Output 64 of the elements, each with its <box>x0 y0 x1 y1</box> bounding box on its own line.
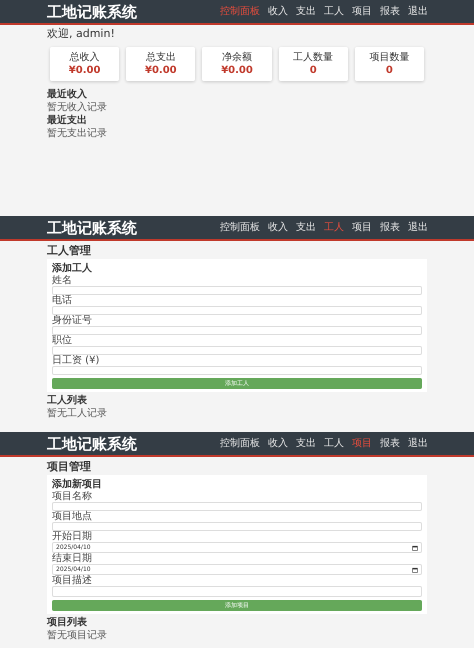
nav-link[interactable]: 支出 <box>296 438 316 450</box>
stat-value: ¥0.00 <box>68 65 100 76</box>
nav-link[interactable]: 收入 <box>268 222 288 234</box>
stat-label: 净余额 <box>222 52 252 63</box>
nav-link[interactable]: 项目 <box>352 222 372 234</box>
nav-link[interactable]: 报表 <box>380 6 400 18</box>
stat-value: 0 <box>310 65 317 76</box>
section-title: 项目列表 <box>47 617 88 629</box>
stat-label: 工人数量 <box>293 52 334 63</box>
field-label: 项目地点 <box>52 512 93 522</box>
input-field[interactable] <box>52 326 422 335</box>
empty-message: 暂无支出记录 <box>47 128 108 139</box>
field-label: 身份证号 <box>52 316 93 326</box>
empty-message: 暂无项目记录 <box>47 630 108 641</box>
field-label: 姓名 <box>52 276 73 286</box>
nav-link[interactable]: 退出 <box>408 222 428 234</box>
nav-link[interactable]: 支出 <box>296 222 316 234</box>
nav-link[interactable]: 退出 <box>408 438 428 450</box>
textarea-field[interactable] <box>52 586 422 597</box>
form-title: 添加新项目 <box>52 479 103 491</box>
input-field[interactable] <box>52 502 422 511</box>
welcome-text: 欢迎, admin! <box>47 27 116 41</box>
stat-value: ¥0.00 <box>144 65 177 76</box>
nav-link[interactable]: 工人 <box>324 6 344 18</box>
app-title: 工地记账系统 <box>47 2 137 20</box>
field-label: 项目描述 <box>52 576 93 586</box>
input-field[interactable] <box>52 306 422 315</box>
app-title: 工地记账系统 <box>47 434 137 452</box>
field-label: 项目名称 <box>52 492 93 502</box>
calendar-icon[interactable] <box>412 544 418 550</box>
page-title: 项目管理 <box>47 460 92 473</box>
input-field[interactable] <box>52 522 422 531</box>
field-label: 开始日期 <box>52 532 93 542</box>
nav-link[interactable]: 控制面板 <box>220 222 260 234</box>
empty-message: 暂无收入记录 <box>47 102 108 113</box>
nav-link[interactable]: 退出 <box>408 6 428 18</box>
stat-label: 总支出 <box>146 52 176 63</box>
stat-label: 项目数量 <box>369 52 410 63</box>
nav-link[interactable]: 项目 <box>352 6 372 18</box>
stat-value: 0 <box>386 65 393 76</box>
page-title: 工人管理 <box>47 244 92 257</box>
field-label: 日工资 (¥) <box>52 356 100 366</box>
empty-message: 暂无工人记录 <box>47 408 108 419</box>
section-title: 最近支出 <box>47 115 88 127</box>
nav-link[interactable]: 控制面板 <box>220 438 260 450</box>
form-title: 添加工人 <box>52 263 93 275</box>
section-title: 工人列表 <box>47 395 88 407</box>
stat-label: 总收入 <box>70 52 100 63</box>
nav-link[interactable]: 报表 <box>380 222 400 234</box>
stat-value: ¥0.00 <box>221 65 253 76</box>
field-label: 结束日期 <box>52 554 93 564</box>
nav-link[interactable]: 工人 <box>324 438 344 450</box>
nav-link[interactable]: 报表 <box>380 438 400 450</box>
input-field[interactable] <box>52 286 422 295</box>
input-field[interactable] <box>52 366 422 375</box>
nav-link[interactable]: 支出 <box>296 6 316 18</box>
input-field[interactable] <box>52 346 422 355</box>
app-title: 工地记账系统 <box>47 218 137 236</box>
nav-link[interactable]: 收入 <box>268 6 288 18</box>
field-label: 电话 <box>52 296 73 306</box>
nav-link[interactable]: 收入 <box>268 438 288 450</box>
section-title: 最近收入 <box>47 89 88 101</box>
calendar-icon[interactable] <box>412 566 418 572</box>
field-label: 职位 <box>52 336 73 346</box>
